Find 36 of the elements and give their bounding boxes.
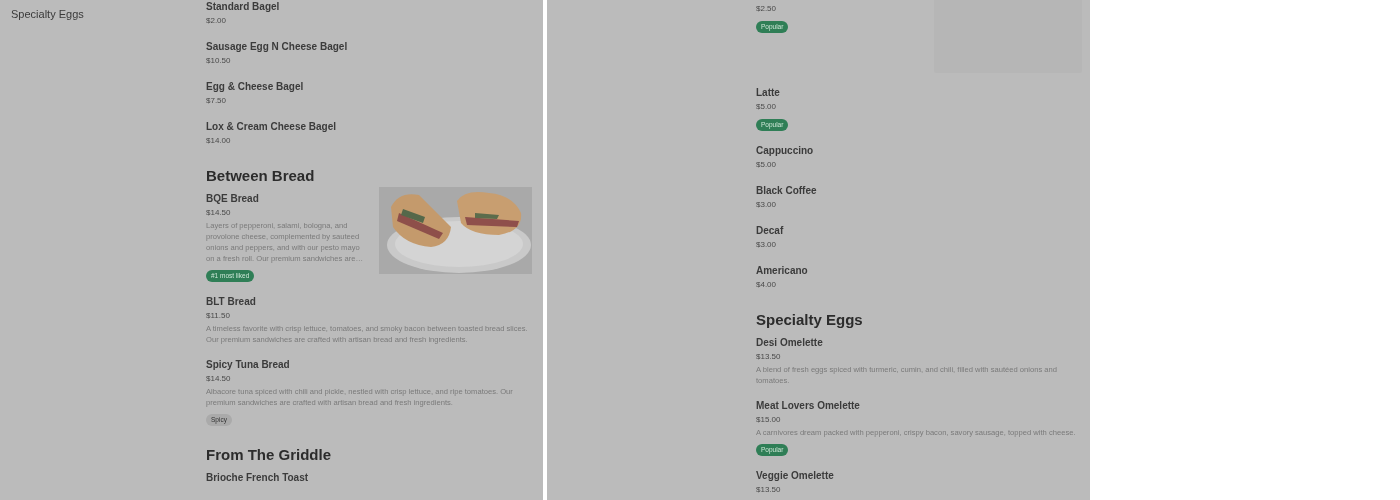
item-name[interactable]: Cappuccino xyxy=(756,144,1082,158)
item-name[interactable]: Egg & Cheese Bagel xyxy=(206,80,532,94)
section-heading: Specialty Eggs xyxy=(756,311,864,328)
item-name[interactable]: Latte xyxy=(756,86,1082,100)
item-name[interactable]: Black Coffee xyxy=(756,184,1082,198)
item-price: $3.00 xyxy=(756,199,778,211)
item-name[interactable]: BQE Bread xyxy=(206,192,369,206)
item-price: $3.00 xyxy=(756,239,778,251)
item-price: $13.50 xyxy=(756,351,782,363)
item-price: $10.50 xyxy=(206,55,232,67)
item-price: $7.50 xyxy=(206,95,228,107)
item-name[interactable]: Meat Lovers Omelette xyxy=(756,399,1082,413)
section-heading: From The Griddle xyxy=(206,446,332,463)
item-price: $13.50 xyxy=(756,484,782,496)
item-price: $5.00 xyxy=(756,101,778,113)
item-name[interactable]: Spicy Tuna Bread xyxy=(206,358,532,372)
item-price: $15.00 xyxy=(756,414,782,426)
item-name[interactable]: Decaf xyxy=(756,224,1082,238)
item-name[interactable]: Standard Bagel xyxy=(206,0,532,14)
item-name[interactable]: Brioche French Toast xyxy=(206,471,532,485)
item-price: $2.50 xyxy=(756,3,778,15)
item-price: $14.50 xyxy=(206,373,232,385)
item-name[interactable]: BLT Bread xyxy=(206,295,532,309)
item-price: $4.00 xyxy=(756,279,778,291)
item-price: $2.00 xyxy=(206,15,228,27)
item-price: $5.00 xyxy=(756,159,778,171)
item-name[interactable]: Lox & Cream Cheese Bagel xyxy=(206,120,532,134)
section-heading: Between Bread xyxy=(206,167,316,184)
item-name[interactable]: Desi Omelette xyxy=(756,336,1082,350)
item-name[interactable]: Americano xyxy=(756,264,1082,278)
sidebar-item[interactable]: Specialty Eggs xyxy=(11,8,84,20)
item-price: $14.00 xyxy=(206,135,232,147)
item-name[interactable]: Veggie Omelette xyxy=(756,469,1082,483)
item-price: $11.50 xyxy=(206,310,231,322)
item-name[interactable]: Sausage Egg N Cheese Bagel xyxy=(206,40,532,54)
item-price: $14.50 xyxy=(206,207,232,219)
